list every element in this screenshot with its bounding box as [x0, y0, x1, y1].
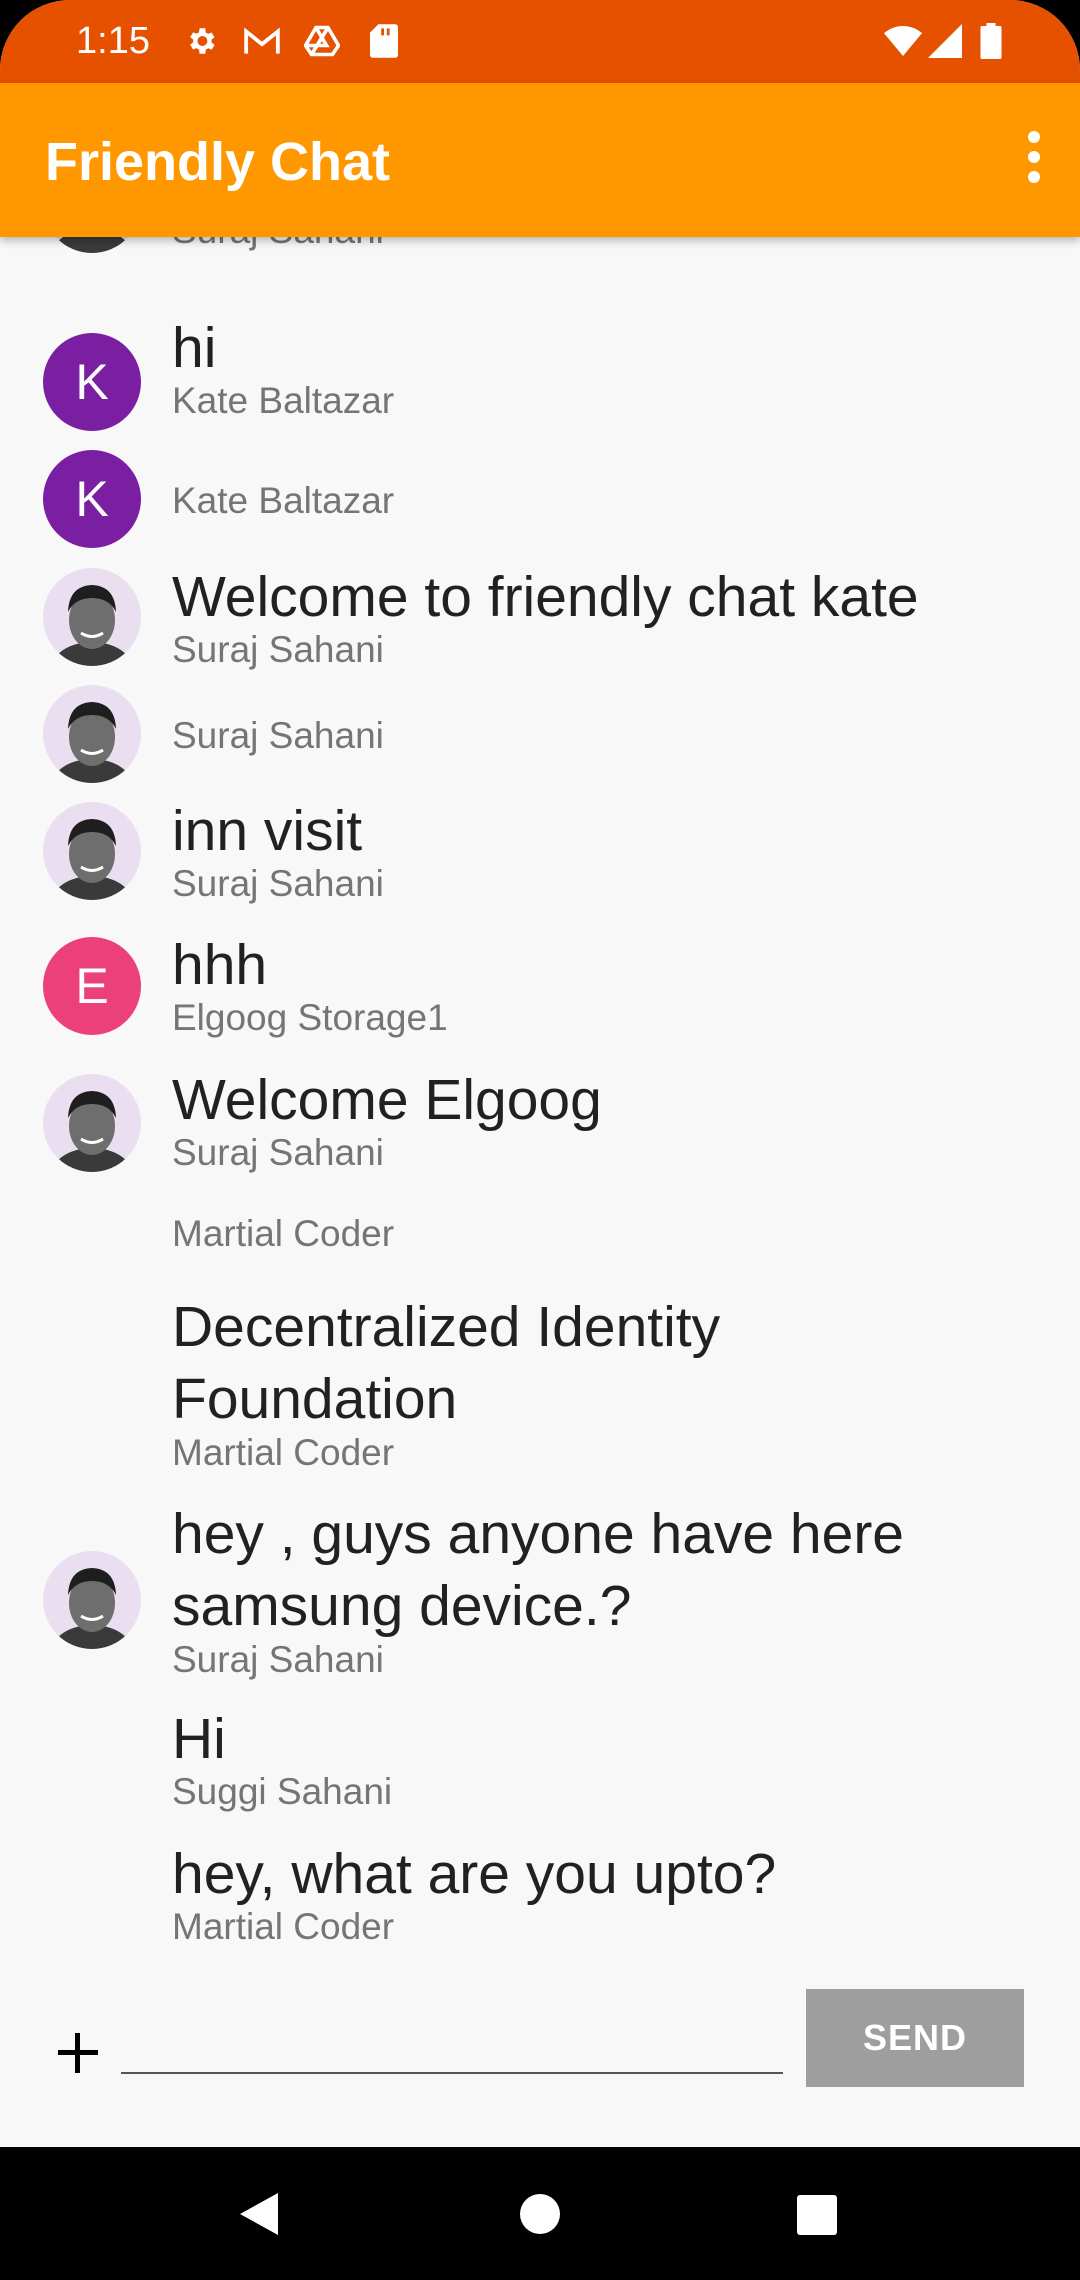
- message-author: Kate Baltazar: [172, 380, 395, 421]
- message-author: Martial Coder: [172, 1432, 395, 1473]
- sd-card-icon: [365, 22, 403, 60]
- message-item: Decentralized Identity Foundation Martia…: [0, 1295, 1080, 1477]
- user-avatar: E: [43, 937, 141, 1035]
- message-author: Elgoog Storage1: [172, 997, 448, 1038]
- message-text: Decentralized Identity Foundation: [172, 1295, 721, 1431]
- message-text: Welcome Elgoog: [172, 1068, 602, 1132]
- message-item: Welcome Elgoog Suraj Sahani: [0, 1068, 1080, 1180]
- message-composer: SEND: [0, 1977, 1080, 2147]
- gmail-icon: [243, 22, 281, 60]
- message-item: K hi Kate Baltazar: [0, 316, 1080, 431]
- user-avatar: [43, 802, 141, 900]
- message-item: E hhh Elgoog Storage1: [0, 933, 1080, 1045]
- message-author: Suraj Sahani: [172, 629, 384, 670]
- user-avatar: K: [43, 333, 141, 431]
- drive-icon: [303, 22, 341, 60]
- message-author: Suraj Sahani: [172, 863, 384, 904]
- message-item: Suraj Sahani: [0, 237, 1080, 277]
- signal-icon: [926, 22, 964, 60]
- message-author: Suraj Sahani: [172, 1132, 384, 1173]
- status-time: 1:15: [76, 20, 150, 62]
- app-screen: 1:15 Friendly Chat K hi Kate Baltazar K …: [0, 0, 1080, 2280]
- app-bar: Friendly Chat: [0, 83, 1080, 237]
- input-underline: [121, 2072, 783, 2074]
- app-title: Friendly Chat: [45, 132, 391, 192]
- user-avatar: [43, 568, 141, 666]
- add-attachment-icon[interactable]: [54, 2029, 102, 2077]
- message-text: hhh: [172, 933, 268, 997]
- message-text: hey , guys anyone have here samsung devi…: [172, 1502, 905, 1638]
- message-author: Martial Coder: [172, 1213, 395, 1254]
- message-text: Welcome to friendly chat kate: [172, 565, 919, 629]
- message-author: Suraj Sahani: [172, 715, 384, 756]
- navigation-bar: [0, 2147, 1080, 2280]
- message-text: hi: [172, 316, 217, 380]
- message-author: Suraj Sahani: [172, 1639, 384, 1680]
- message-input[interactable]: [126, 2007, 780, 2069]
- status-bar: 1:15: [0, 0, 1080, 83]
- message-item: K Kate Baltazar: [0, 450, 1080, 550]
- message-text: hey, what are you upto?: [172, 1842, 777, 1906]
- message-author: Martial Coder: [172, 1906, 395, 1947]
- message-item: Martial Coder: [0, 1213, 1080, 1283]
- wifi-icon: [884, 22, 922, 60]
- user-avatar: [43, 1551, 141, 1649]
- recents-icon[interactable]: [797, 2195, 837, 2240]
- home-icon[interactable]: [519, 2193, 561, 2240]
- user-avatar: [43, 237, 141, 253]
- settings-icon: [182, 22, 220, 60]
- message-author: Kate Baltazar: [172, 480, 395, 521]
- message-item: inn visit Suraj Sahani: [0, 799, 1080, 911]
- message-item: Suraj Sahani: [0, 685, 1080, 785]
- message-item: hey, what are you upto? Martial Coder: [0, 1842, 1080, 1954]
- user-avatar: K: [43, 450, 141, 548]
- message-list[interactable]: Suraj Sahani K hi Kate Baltazar K Kate B…: [0, 237, 1080, 1977]
- message-author: Suraj Sahani: [172, 237, 384, 252]
- back-icon[interactable]: [238, 2191, 280, 2242]
- message-item: Welcome to friendly chat kate Suraj Saha…: [0, 565, 1080, 677]
- battery-icon: [972, 22, 1010, 60]
- user-avatar: [43, 685, 141, 783]
- user-avatar: [43, 1074, 141, 1172]
- message-item: Hi Suggi Sahani: [0, 1707, 1080, 1819]
- message-author: Suggi Sahani: [172, 1771, 393, 1812]
- overflow-menu-icon[interactable]: [1014, 127, 1054, 187]
- message-text: inn visit: [172, 799, 363, 863]
- message-item: hey , guys anyone have here samsung devi…: [0, 1502, 1080, 1684]
- message-text: Hi: [172, 1707, 226, 1771]
- send-button[interactable]: SEND: [806, 1989, 1024, 2087]
